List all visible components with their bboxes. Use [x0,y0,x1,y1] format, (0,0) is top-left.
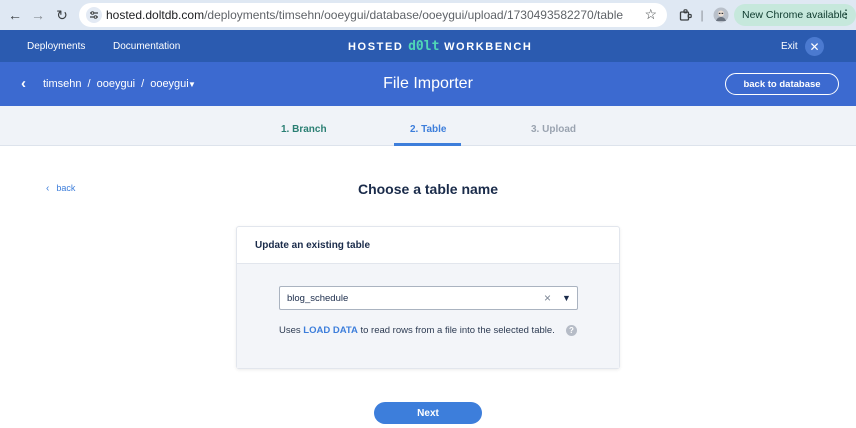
hint-prefix: Uses [279,325,304,336]
chrome-menu-icon[interactable]: ⋮ [840,7,852,21]
address-bar[interactable]: hosted.doltdb.com/deployments/timsehn/oo… [79,3,667,27]
card-body: blog_schedule × ▼ Uses LOAD DATA to read… [237,264,619,368]
section-heading: Choose a table name [357,181,499,197]
extensions-icon[interactable] [676,6,694,24]
new-chrome-available-button[interactable]: New Chrome available ⋮ [734,4,856,26]
nav-deployments[interactable]: Deployments [27,41,85,52]
next-button[interactable]: Next [374,402,482,424]
url-host: hosted.doltdb.com [106,8,205,22]
back-to-database-button[interactable]: back to database [725,73,839,95]
card-title: Update an existing table [255,240,371,251]
url-path: /deployments/timsehn/ooeygui/database/oo… [204,8,624,22]
step-branch[interactable]: 1. Branch [281,124,327,135]
hint-suffix: to read rows from a file into the select… [357,325,555,336]
card-header: Update an existing table [237,227,619,264]
table-select[interactable]: blog_schedule × ▼ [279,286,578,310]
nav-documentation[interactable]: Documentation [113,41,180,52]
help-question-icon[interactable]: ? [566,325,577,336]
step-table[interactable]: 2. Table [410,124,447,135]
browser-toolbar: ← → ↻ hosted.doltdb.com/deployments/tims… [0,0,856,30]
clear-selection-icon[interactable]: × [544,291,551,305]
import-steps: 1. Branch 2. Table 3. Upload [0,106,856,146]
new-chrome-label: New Chrome available [742,9,848,21]
selected-table-value: blog_schedule [287,293,349,304]
exit-close-icon[interactable]: ✕ [805,37,824,56]
load-data-hint: Uses LOAD DATA to read rows from a file … [279,325,555,336]
profile-avatar-icon[interactable] [712,6,730,24]
load-data-link[interactable]: LOAD DATA [303,325,358,336]
table-selection-card: Update an existing table blog_schedule ×… [236,226,620,369]
active-step-indicator [394,143,461,146]
toolbar-divider: | [700,8,704,22]
hosted-dolt-workbench-logo[interactable]: HOSTED d0lt WORKBENCH [348,39,532,54]
back-arrow-icon[interactable]: ← [6,6,24,24]
bookmark-star-icon[interactable]: ☆ [644,6,657,23]
url-text: hosted.doltdb.com/deployments/timsehn/oo… [106,8,623,22]
brand-mid: d0lt [408,39,440,54]
brand-left: HOSTED [348,41,404,53]
exit-label[interactable]: Exit [781,41,798,52]
page-header: ‹ timsehn / ooeygui / ooeygui ▼ File Importe… [0,62,856,106]
reload-icon[interactable]: ↻ [53,6,71,24]
dropdown-caret-icon[interactable]: ▼ [562,293,571,303]
forward-arrow-icon[interactable]: → [29,6,47,24]
step-upload: 3. Upload [531,124,577,135]
top-navigation: Deployments Documentation HOSTED d0lt WO… [0,30,856,62]
site-info-icon[interactable] [86,7,102,23]
brand-right: WORKBENCH [444,41,533,53]
